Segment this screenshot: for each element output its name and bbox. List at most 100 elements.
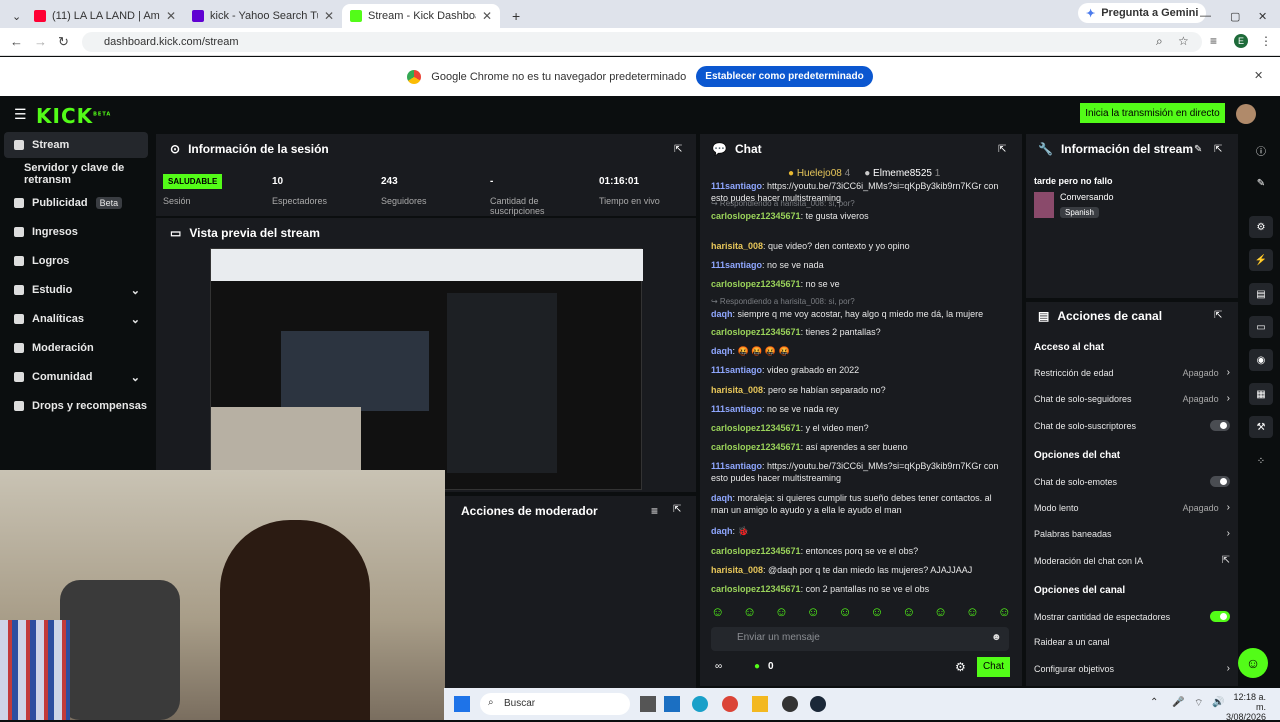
sidebar-item-stream[interactable]: Stream — [4, 132, 148, 158]
taskbar-search[interactable]: ⌕ Buscar — [480, 693, 630, 715]
task-view-icon[interactable] — [640, 696, 656, 712]
gemini-button[interactable]: ✦ Pregunta a Gemini — [1078, 3, 1207, 23]
chat-username[interactable]: harisita_008 — [711, 385, 763, 395]
chat-message[interactable]: harisita_008: pero se habían separado no… — [711, 384, 1001, 396]
chat-username[interactable]: carloslopez12345671 — [711, 442, 801, 452]
chat-message[interactable]: 111santiago: https://youtu.be/73iCC6i_MM… — [711, 460, 1001, 484]
channel-action-item[interactable]: Moderación del chat con IA ⇱ — [1034, 555, 1230, 566]
chrome-taskbar-icon[interactable] — [722, 696, 738, 712]
window-close-button[interactable]: ✕ — [1250, 4, 1275, 28]
chat-username[interactable]: daqh — [711, 309, 733, 319]
volume-icon[interactable]: 🔊 — [1212, 697, 1224, 708]
set-default-button[interactable]: Establecer como predeterminado — [696, 66, 873, 87]
chat-username[interactable]: daqh — [711, 526, 733, 536]
emote-icon[interactable]: ☺ — [838, 604, 851, 619]
channel-action-item[interactable]: Configurar objetivos › — [1034, 663, 1230, 674]
chat-message[interactable]: 111santiago: no se ve nada — [711, 259, 1001, 271]
chat-message[interactable]: harisita_008: @daqh por q te dan miedo l… — [711, 564, 1001, 576]
obs-icon[interactable] — [782, 696, 798, 712]
chat-message[interactable]: carloslopez12345671: no se ve — [711, 278, 1001, 290]
apps-icon[interactable]: ⁘ — [1249, 450, 1273, 472]
edge-icon[interactable] — [692, 696, 708, 712]
channel-action-item[interactable]: Chat de solo-suscriptores — [1034, 420, 1230, 431]
sidebar-item-studio[interactable]: Estudio ⌄ — [4, 277, 148, 303]
emote-icon[interactable]: ☺ — [775, 604, 788, 619]
lightning-icon[interactable]: ⚡ — [1249, 249, 1273, 271]
popout-icon[interactable]: ⇱ — [1214, 144, 1222, 155]
sidebar-item-drops[interactable]: Drops y recompensas — [4, 393, 148, 419]
sidebar-item-community[interactable]: Comunidad ⌄ — [4, 364, 148, 390]
toggle-switch[interactable] — [1210, 476, 1230, 487]
channel-action-item[interactable]: Mostrar cantidad de espectadores — [1034, 611, 1230, 622]
browser-tab-youtube[interactable]: (11) LA LA LAND | Amar es ver ✕ — [26, 4, 184, 28]
chat-username[interactable]: daqh — [711, 346, 733, 356]
wrench-rail-icon[interactable]: ⚒ — [1249, 416, 1273, 438]
rail-settings-icon[interactable]: ⚙ — [1249, 216, 1273, 238]
popout-icon[interactable]: ⇱ — [673, 504, 681, 515]
emote-icon[interactable]: ☺ — [902, 604, 915, 619]
profile-avatar[interactable]: E — [1234, 34, 1248, 48]
bookmark-star-icon[interactable]: ☆ — [1178, 34, 1189, 48]
filter-icon[interactable]: ≡ — [651, 504, 658, 518]
chat-username[interactable]: 111santiago — [711, 365, 762, 375]
close-icon[interactable]: ✕ — [324, 9, 334, 23]
emote-icon[interactable]: ☺ — [998, 604, 1011, 619]
clipboard-icon[interactable]: ▤ — [1249, 283, 1273, 305]
layout-icon[interactable]: ▦ — [1249, 383, 1273, 405]
channel-action-item[interactable]: Restricción de edad Apagado › — [1034, 367, 1230, 378]
mic-icon[interactable]: 🎤 — [1172, 697, 1184, 708]
chat-message[interactable]: carloslopez12345671: y el video men? — [711, 422, 1001, 434]
chrome-menu-icon[interactable]: ⋮ — [1260, 34, 1272, 48]
infinity-icon[interactable]: ∞ — [715, 661, 722, 672]
edit-pencil-icon[interactable]: ✎ — [1194, 144, 1202, 155]
chat-username[interactable]: harisita_008 — [711, 241, 763, 251]
kick-logo[interactable]: KICKBETA — [36, 104, 111, 128]
top-user[interactable]: ● Huelejo08 4 — [788, 168, 850, 179]
info-icon[interactable]: ⓘ — [1249, 139, 1273, 161]
go-live-button[interactable]: Inicia la transmisión en directo — [1080, 103, 1225, 123]
settings-gear-icon[interactable]: ⚙ — [955, 660, 966, 674]
toggle-switch[interactable] — [1210, 611, 1230, 622]
chat-message[interactable]: ↪ Respondiendo a harisita_008: si, por? c… — [711, 198, 1001, 222]
popout-icon[interactable]: ⇱ — [998, 144, 1006, 155]
chat-message[interactable]: daqh: 🤬 🤬 🤬 🤬 — [711, 345, 1001, 357]
channel-action-item[interactable]: Modo lento Apagado › — [1034, 502, 1230, 513]
chat-message[interactable]: carloslopez12345671: entonces porq se ve… — [711, 545, 1001, 557]
chat-send-button[interactable]: Chat — [977, 657, 1010, 677]
file-explorer-icon[interactable] — [752, 696, 768, 712]
emote-icon[interactable]: ☺ — [711, 604, 724, 619]
emote-icon[interactable]: ☺ — [934, 604, 947, 619]
chat-username[interactable]: 111santiago — [711, 260, 762, 270]
sidebar-item-moderation[interactable]: Moderación — [4, 335, 148, 361]
store-icon[interactable] — [664, 696, 680, 712]
tray-chevron-icon[interactable]: ⌃ — [1150, 697, 1158, 708]
chat-username[interactable]: carloslopez12345671 — [711, 327, 801, 337]
chat-message[interactable]: 111santiago: video grabado en 2022 — [711, 364, 1001, 376]
taskbar-clock[interactable]: 12:18 a. m. 3/08/2026 — [1224, 692, 1266, 722]
sidebar-item-achievements[interactable]: Logros — [4, 248, 148, 274]
user-avatar[interactable] — [1236, 104, 1256, 124]
emote-icon[interactable]: ☺ — [807, 604, 820, 619]
chat-username[interactable]: carloslopez12345671 — [711, 546, 801, 556]
popout-icon[interactable]: ⇱ — [674, 144, 682, 155]
minimize-button[interactable]: — — [1192, 4, 1219, 28]
emote-icon[interactable]: ☺ — [870, 604, 883, 619]
forward-icon[interactable]: → — [34, 34, 47, 49]
chat-input[interactable]: Enviar un mensaje ☻ — [711, 627, 1009, 651]
new-tab-button[interactable]: + — [504, 4, 528, 28]
chat-username[interactable]: carloslopez12345671 — [711, 279, 801, 289]
sidebar-item-analytics[interactable]: Analíticas ⌄ — [4, 306, 148, 332]
browser-tab-yahoo[interactable]: kick - Yahoo Search Tus resulta ✕ — [184, 4, 342, 28]
help-chat-fab[interactable]: ☺ — [1238, 648, 1268, 678]
back-icon[interactable]: ← — [10, 34, 23, 49]
close-icon[interactable]: ✕ — [166, 9, 176, 23]
hamburger-menu-icon[interactable]: ☰ — [14, 106, 27, 123]
close-icon[interactable]: ✕ — [482, 9, 492, 23]
emote-icon[interactable]: ☺ — [743, 604, 756, 619]
stream-video-player[interactable] — [210, 248, 643, 491]
sidebar-item-income[interactable]: Ingresos — [4, 219, 148, 245]
chat-message[interactable]: daqh: moraleja: si quieres cumplir tus s… — [711, 492, 1001, 516]
wifi-icon[interactable]: ⌔ — [1194, 697, 1203, 710]
chat-message[interactable]: harisita_008: que video? den contexto y … — [711, 240, 1001, 252]
chat-message[interactable]: carloslopez12345671: tienes 2 pantallas? — [711, 326, 1001, 338]
